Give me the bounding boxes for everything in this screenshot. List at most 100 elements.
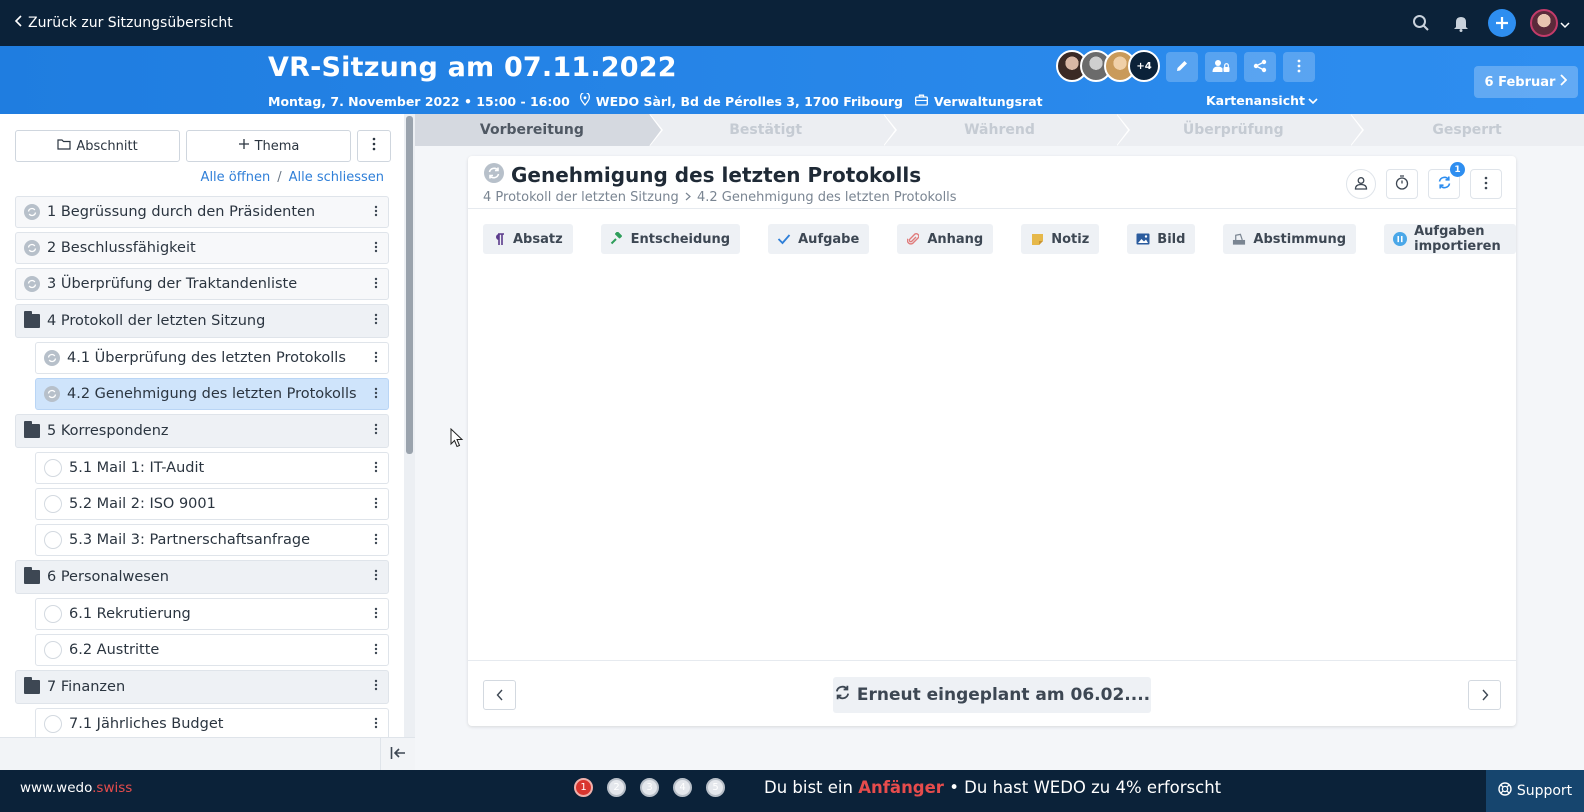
item-more-icon[interactable] [374, 569, 378, 584]
add-section-button[interactable]: Abschnitt [15, 130, 180, 162]
previous-topic-button[interactable] [483, 680, 516, 710]
agenda-item[interactable]: 7.1 Jährliches Budget [35, 708, 389, 740]
insert-image-button[interactable]: Bild [1127, 224, 1196, 254]
sidebar-more-button[interactable] [357, 130, 391, 162]
plus-icon[interactable] [1488, 9, 1516, 37]
item-more-icon[interactable] [374, 533, 378, 548]
onboarding-step-dot[interactable]: 2 [607, 778, 626, 797]
agenda-item[interactable]: 7 Finanzen [15, 670, 389, 704]
user-menu[interactable] [1530, 9, 1570, 37]
add-topic-button[interactable]: Thema [186, 130, 351, 162]
breadcrumb-parent[interactable]: 4 Protokoll der letzten Sitzung [483, 190, 679, 205]
agenda-item[interactable]: 4 Protokoll der letzten Sitzung [15, 304, 389, 338]
status-step[interactable]: Bestätigt [649, 114, 897, 146]
insert-paperclip-button[interactable]: Anhang [897, 224, 994, 254]
insert-button-label: Abstimmung [1253, 231, 1347, 247]
manage-participants-button[interactable] [1205, 52, 1237, 82]
item-more-icon[interactable] [374, 461, 378, 476]
agenda-item-label: 5.3 Mail 3: Partnerschaftsanfrage [69, 532, 310, 548]
onboarding-step-dot[interactable]: 1 [574, 778, 593, 797]
next-meeting-button[interactable]: 6 Februar [1474, 66, 1578, 98]
collapse-sidebar-button[interactable] [380, 738, 415, 771]
onboarding-step-dot[interactable]: 4 [673, 778, 692, 797]
insert-button-label: Notiz [1051, 231, 1090, 247]
onboarding-step-dot[interactable]: 3 [640, 778, 659, 797]
image-icon [1136, 232, 1150, 246]
item-more-icon[interactable] [374, 351, 378, 366]
share-meeting-button[interactable] [1244, 52, 1276, 82]
support-button[interactable]: Support [1486, 770, 1584, 812]
insert-ballot-box-button[interactable]: Abstimmung [1223, 224, 1357, 254]
item-more-icon[interactable] [374, 387, 378, 402]
item-more-icon[interactable] [374, 241, 378, 256]
agenda-item[interactable]: 6 Personalwesen [15, 560, 389, 594]
meeting-status-stepper: Vorbereitung Bestätigt Während Überprüfung G… [415, 114, 1584, 146]
next-topic-button[interactable] [1468, 680, 1501, 710]
sidebar-scrollbar[interactable] [404, 114, 415, 770]
brand-link[interactable]: www.wedo.swiss [20, 780, 132, 796]
status-circle-icon [44, 459, 62, 477]
item-more-icon[interactable] [374, 643, 378, 658]
agenda-item[interactable]: 2 Beschlussfähigkeit [15, 232, 389, 264]
agenda-item-label: 5.1 Mail 1: IT-Audit [69, 460, 205, 476]
reschedule-button[interactable]: 1 [1428, 162, 1465, 199]
agenda-item[interactable]: 6.2 Austritte [35, 634, 389, 666]
agenda-item[interactable]: 4.1 Überprüfung des letzten Protokolls [35, 342, 389, 374]
status-step[interactable]: Gesperrt [1350, 114, 1584, 146]
status-step[interactable]: Während [883, 114, 1131, 146]
more-participants-badge[interactable]: +4 [1128, 50, 1160, 82]
status-step[interactable]: Überprüfung [1116, 114, 1365, 146]
agenda-item[interactable]: 3 Überprüfung der Traktandenliste [15, 268, 389, 300]
collapse-all-link[interactable]: Alle schliessen [289, 170, 384, 185]
expand-all-link[interactable]: Alle öffnen [201, 170, 271, 185]
folder-open-icon [24, 677, 40, 695]
agenda-item[interactable]: 5.2 Mail 2: ISO 9001 [35, 488, 389, 520]
item-more-icon[interactable] [374, 607, 378, 622]
insert-import-button[interactable]: Aufgaben importieren [1384, 224, 1516, 254]
item-more-icon[interactable] [374, 313, 378, 328]
back-to-overview-link[interactable]: Zurück zur Sitzungsübersicht [14, 15, 233, 31]
insert-sticky-note-button[interactable]: Notiz [1021, 224, 1100, 254]
meeting-more-button[interactable] [1283, 52, 1315, 82]
item-more-icon[interactable] [374, 679, 378, 694]
status-circle-icon [44, 605, 62, 623]
edit-meeting-button[interactable] [1166, 52, 1198, 82]
sidebar-scroll-thumb[interactable] [406, 116, 413, 454]
folder-open-icon [24, 311, 40, 329]
view-toggle-dropdown[interactable]: Kartenansicht [1206, 93, 1318, 108]
insert-check-button[interactable]: Aufgabe [768, 224, 870, 254]
item-more-icon[interactable] [374, 423, 378, 438]
agenda-item[interactable]: 6.1 Rekrutierung [35, 598, 389, 630]
map-pin-icon [579, 91, 590, 109]
gavel-icon [610, 232, 624, 246]
onboarding-step-dot[interactable]: 5 [706, 778, 725, 797]
item-more-icon[interactable] [374, 497, 378, 512]
insert-paragraph-button[interactable]: Absatz [483, 224, 573, 254]
plus-icon [238, 138, 250, 154]
insert-button-label: Bild [1157, 231, 1186, 247]
check-icon [777, 232, 791, 246]
bell-icon[interactable] [1448, 10, 1474, 36]
paragraph-icon [492, 232, 506, 246]
insert-gavel-button[interactable]: Entscheidung [600, 224, 741, 254]
agenda-item[interactable]: 5.3 Mail 3: Partnerschaftsanfrage [35, 524, 389, 556]
timer-button[interactable] [1386, 169, 1418, 199]
search-icon[interactable] [1408, 10, 1434, 36]
mouse-cursor-icon [450, 427, 464, 452]
agenda-item[interactable]: 1 Begrüssung durch den Präsidenten [15, 196, 389, 228]
agenda-sidebar: Abschnitt Thema Alle öffnen / Alle schli… [0, 114, 404, 770]
item-more-icon[interactable] [374, 205, 378, 220]
participant-avatars[interactable]: +4 [1056, 50, 1160, 82]
rescheduled-status[interactable]: Erneut eingeplant am 06.02.... [833, 677, 1151, 713]
top-nav-bar: Zurück zur Sitzungsübersicht [0, 0, 1584, 46]
item-more-icon[interactable] [374, 717, 378, 732]
item-more-icon[interactable] [374, 277, 378, 292]
agenda-item-label: 7 Finanzen [47, 679, 126, 695]
agenda-item[interactable]: 5.1 Mail 1: IT-Audit [35, 452, 389, 484]
agenda-item[interactable]: 5 Korrespondenz [15, 414, 389, 448]
agenda-item[interactable]: 4.2 Genehmigung des letzten Protokolls [35, 378, 389, 410]
sync-icon [1437, 175, 1452, 194]
status-step[interactable]: Vorbereitung [415, 114, 663, 146]
topic-more-button[interactable] [1470, 169, 1502, 199]
assign-user-button[interactable] [1346, 169, 1376, 199]
